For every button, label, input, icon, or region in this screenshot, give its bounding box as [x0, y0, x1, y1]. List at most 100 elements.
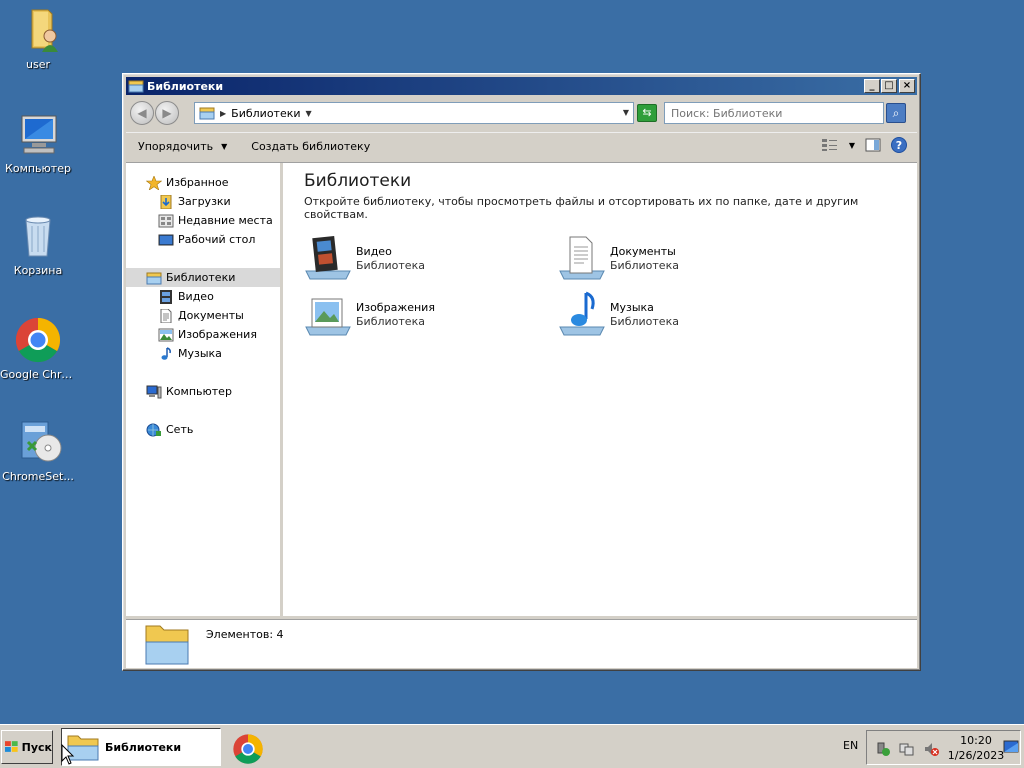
libraries-grid: Видео Библиотека Документы Библиотека Из…	[304, 235, 917, 365]
nav-label: Документы	[178, 309, 244, 322]
start-button[interactable]: Пуск	[1, 730, 53, 764]
nav-label: Сеть	[166, 423, 194, 436]
maximize-button[interactable]: □	[881, 79, 897, 93]
nav-desktop[interactable]: Рабочий стол	[126, 230, 280, 249]
nav-favorites[interactable]: Избранное	[126, 173, 280, 192]
desktop-icon-recycle-bin[interactable]: Корзина	[0, 212, 76, 277]
library-video[interactable]: Видео Библиотека	[304, 235, 534, 283]
video-icon	[160, 289, 172, 304]
user-folder-icon	[14, 6, 62, 54]
pictures-icon	[158, 328, 174, 341]
nav-recent-places[interactable]: Недавние места	[126, 211, 280, 230]
desktop-icon-chromesetup[interactable]: ChromeSet...	[0, 418, 76, 483]
computer-icon	[14, 110, 62, 158]
desktop-icon-computer[interactable]: Компьютер	[0, 110, 76, 175]
window-title: Библиотеки	[147, 79, 224, 93]
close-button[interactable]: ×	[899, 79, 915, 93]
organize-button[interactable]: Упорядочить ▼	[138, 140, 227, 153]
library-documents[interactable]: Документы Библиотека	[558, 235, 788, 283]
library-pictures[interactable]: Изображения Библиотека	[304, 291, 534, 339]
nav-downloads[interactable]: Загрузки	[126, 192, 280, 211]
safely-remove-hardware-icon[interactable]	[875, 741, 891, 757]
volume-muted-icon[interactable]	[923, 741, 939, 757]
chevron-down-icon[interactable]: ▼	[306, 109, 312, 118]
libraries-large-icon	[145, 625, 189, 665]
desktop-icon	[158, 234, 174, 245]
refresh-icon: ⇆	[642, 106, 652, 119]
create-library-label: Создать библиотеку	[251, 140, 371, 153]
desktop-icon-google-chrome[interactable]: Google Chrome	[0, 316, 76, 381]
arrow-left-icon: ◀	[137, 106, 147, 120]
nav-music[interactable]: Музыка	[126, 344, 280, 363]
command-bar: Упорядочить ▼ Создать библиотеку ▼ ?	[126, 132, 917, 160]
language-indicator[interactable]: EN	[843, 739, 858, 752]
item-count: Элементов: 4	[206, 628, 284, 641]
chrome-icon	[14, 316, 62, 364]
nav-pictures[interactable]: Изображения	[126, 325, 280, 344]
nav-label: Рабочий стол	[178, 233, 256, 246]
nav-label: Недавние места	[178, 214, 273, 227]
nav-label: Компьютер	[166, 385, 232, 398]
clock[interactable]: 10:20 1/26/2023	[947, 733, 1005, 763]
libraries-icon	[199, 107, 215, 120]
star-icon	[146, 175, 162, 190]
nav-libraries[interactable]: Библиотеки	[126, 268, 280, 287]
help-button[interactable]: ?	[891, 137, 907, 153]
library-name: Документы	[610, 245, 676, 258]
taskbar-item-libraries[interactable]: Библиотеки	[61, 728, 221, 766]
page-title: Библиотеки	[304, 171, 412, 191]
libraries-icon	[128, 80, 144, 93]
nav-documents[interactable]: Документы	[126, 306, 280, 325]
library-music[interactable]: Музыка Библиотека	[558, 291, 788, 339]
start-label: Пуск	[21, 740, 52, 754]
chrome-quicklaunch-icon[interactable]	[232, 733, 264, 765]
clock-date: 1/26/2023	[947, 749, 1005, 762]
installer-icon	[14, 418, 62, 466]
forward-button[interactable]: ▶	[155, 101, 179, 125]
downloads-icon	[160, 194, 172, 209]
title-bar[interactable]: Библиотеки _ □ ×	[126, 77, 917, 95]
library-name: Видео	[356, 245, 392, 258]
documents-icon	[160, 308, 172, 323]
search-icon: ⌕	[892, 106, 900, 120]
nav-label: Музыка	[178, 347, 222, 360]
preview-pane-icon[interactable]	[865, 138, 881, 152]
library-type: Библиотека	[356, 315, 425, 328]
search-button[interactable]: ⌕	[886, 103, 906, 123]
libraries-icon	[146, 272, 162, 284]
address-bar[interactable]: ▶ Библиотеки ▼ ▼	[194, 102, 634, 124]
nav-label: Изображения	[178, 328, 257, 341]
refresh-button[interactable]: ⇆	[637, 104, 657, 122]
view-dropdown-icon[interactable]: ▼	[849, 141, 855, 150]
chevron-down-icon: ▼	[221, 142, 228, 151]
navigation-bar: ◀ ▶ ▶ Библиотеки ▼ ▼ ⇆ ⌕	[126, 97, 917, 129]
library-type: Библиотека	[610, 259, 679, 272]
network-icon	[146, 423, 161, 436]
arrow-right-icon: ▶	[162, 106, 172, 120]
breadcrumb-separator-icon[interactable]: ▶	[220, 109, 226, 118]
nav-label: Загрузки	[178, 195, 231, 208]
content-area: Избранное Загрузки Недавние места Рабочи…	[126, 162, 917, 616]
create-library-button[interactable]: Создать библиотеку	[251, 140, 370, 153]
desktop-icon-user[interactable]: user	[0, 6, 76, 71]
nav-network[interactable]: Сеть	[126, 420, 280, 439]
network-tray-icon[interactable]	[899, 741, 915, 757]
library-type: Библиотека	[356, 259, 425, 272]
breadcrumb-libraries[interactable]: Библиотеки	[231, 107, 300, 120]
back-button[interactable]: ◀	[130, 101, 154, 125]
desktop-icon-label: user	[26, 58, 50, 71]
nav-label: Библиотеки	[166, 271, 236, 284]
address-dropdown-icon[interactable]: ▼	[623, 108, 629, 117]
navigation-pane: Избранное Загрузки Недавние места Рабочи…	[126, 163, 283, 616]
library-type: Библиотека	[610, 315, 679, 328]
recent-places-icon	[158, 214, 174, 227]
view-options-icon[interactable]	[821, 138, 839, 152]
desktop-icon-label: Google Chrome	[0, 368, 76, 381]
search-input[interactable]	[664, 102, 884, 124]
show-desktop-icon[interactable]	[1003, 739, 1019, 755]
nav-video[interactable]: Видео	[126, 287, 280, 306]
nav-label: Видео	[178, 290, 214, 303]
mouse-cursor-icon	[61, 744, 75, 765]
minimize-button[interactable]: _	[864, 79, 880, 93]
nav-computer[interactable]: Компьютер	[126, 382, 280, 401]
